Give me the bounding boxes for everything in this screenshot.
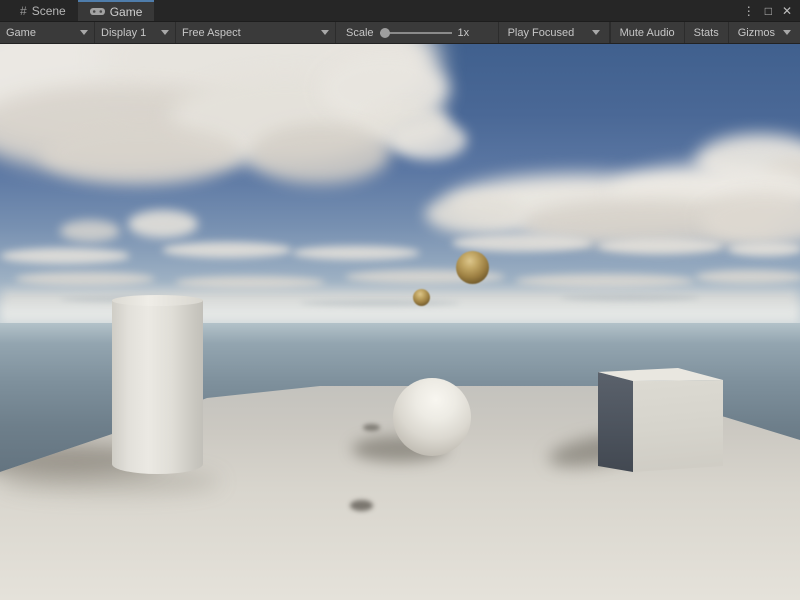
cloud xyxy=(40,124,240,184)
game-view-toolbar: Game Display 1 Free Aspect Scale 1x Play… xyxy=(0,22,800,44)
play-focused-dropdown[interactable]: Play Focused xyxy=(498,22,610,43)
slider-track[interactable] xyxy=(380,32,452,34)
tab-scene-label: Scene xyxy=(32,4,66,18)
slider-knob[interactable] xyxy=(380,28,390,38)
aspect-label: Free Aspect xyxy=(182,27,241,39)
cube-object xyxy=(595,366,727,476)
aspect-ratio-dropdown[interactable]: Free Aspect xyxy=(176,22,336,43)
window-controls: ⋮ □ ✕ xyxy=(735,0,800,21)
display-target-label: Game xyxy=(6,27,36,39)
window-menu-icon[interactable]: ⋮ xyxy=(743,0,755,22)
cloud xyxy=(300,300,460,306)
chevron-down-icon xyxy=(783,30,791,35)
cloud xyxy=(60,220,120,242)
mute-audio-label: Mute Audio xyxy=(620,27,675,39)
cylinder-body xyxy=(112,300,203,474)
cloud xyxy=(128,210,198,238)
cylinder-object xyxy=(112,295,203,474)
cloud xyxy=(452,234,592,252)
scale-slider[interactable] xyxy=(380,28,452,38)
display-label: Display 1 xyxy=(101,27,146,39)
chevron-down-icon xyxy=(161,30,169,35)
scale-label: Scale xyxy=(346,27,374,39)
floating-sphere-shadow xyxy=(350,500,373,511)
gizmos-dropdown[interactable]: Gizmos xyxy=(728,22,800,43)
cylinder-top xyxy=(112,295,203,306)
game-render-viewport[interactable] xyxy=(0,44,800,600)
gamepad-icon xyxy=(90,7,105,16)
tab-scene[interactable]: # Scene xyxy=(8,0,78,21)
chevron-down-icon xyxy=(80,30,88,35)
play-focused-label: Play Focused xyxy=(508,27,575,39)
cloud xyxy=(175,276,325,289)
tab-game-label: Game xyxy=(110,5,143,19)
sphere-object xyxy=(393,378,471,456)
scale-value: 1x xyxy=(458,27,470,39)
chevron-down-icon xyxy=(592,30,600,35)
gizmos-label: Gizmos xyxy=(738,27,775,39)
display-dropdown[interactable]: Display 1 xyxy=(95,22,176,43)
cloud xyxy=(392,120,467,160)
cloud xyxy=(425,194,525,234)
close-icon[interactable]: ✕ xyxy=(782,0,792,22)
cloud xyxy=(695,270,800,284)
mute-audio-button[interactable]: Mute Audio xyxy=(610,22,684,43)
cloud xyxy=(250,124,390,184)
stats-label: Stats xyxy=(694,27,719,39)
gold-sphere-small xyxy=(413,289,430,306)
cloud xyxy=(560,294,700,301)
floating-sphere-shadow xyxy=(363,424,380,431)
cloud xyxy=(515,274,695,288)
cloud xyxy=(0,248,130,264)
cloud xyxy=(15,272,155,286)
sky xyxy=(0,44,800,325)
tab-game[interactable]: Game xyxy=(78,0,155,21)
cloud xyxy=(292,246,420,260)
cloud xyxy=(598,238,723,254)
editor-tab-bar: # Scene Game ⋮ □ ✕ xyxy=(0,0,800,22)
maximize-icon[interactable]: □ xyxy=(765,0,772,22)
cloud xyxy=(728,242,800,256)
gold-sphere-large xyxy=(456,251,489,284)
cloud xyxy=(162,242,292,258)
stats-button[interactable]: Stats xyxy=(684,22,728,43)
chevron-down-icon xyxy=(321,30,329,35)
toolbar-spacer xyxy=(479,22,497,43)
display-target-dropdown[interactable]: Game xyxy=(0,22,95,43)
scale-control: Scale 1x xyxy=(336,22,479,43)
scene-grid-icon: # xyxy=(20,4,27,18)
